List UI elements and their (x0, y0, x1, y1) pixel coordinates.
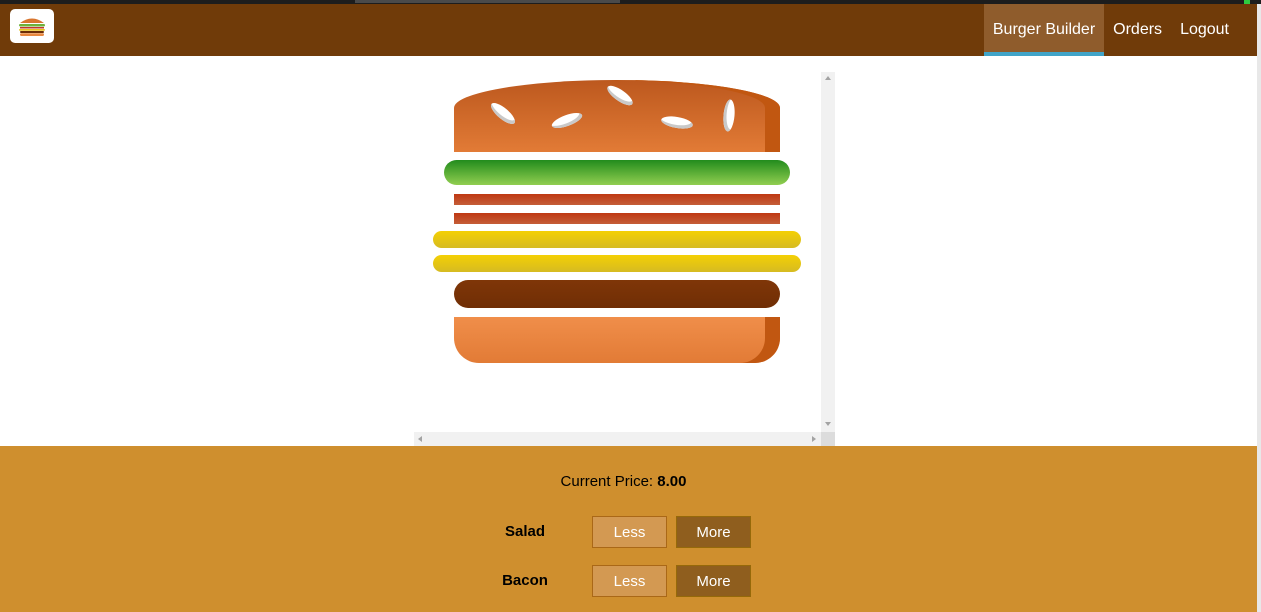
price-value: 8.00 (657, 473, 687, 490)
window-edge (1257, 4, 1261, 612)
nav-logout[interactable]: Logout (1171, 4, 1238, 56)
burger-logo-icon (19, 18, 45, 36)
sesame-seed (604, 82, 636, 109)
sesame-seed (660, 114, 694, 131)
scroll-left-arrow-icon[interactable] (418, 436, 422, 442)
ingredient-salad (444, 160, 790, 185)
vertical-scrollbar[interactable] (821, 72, 835, 432)
scroll-up-arrow-icon[interactable] (825, 76, 831, 80)
ingredient-bacon (454, 213, 780, 224)
less-salad-button[interactable]: Less (592, 516, 667, 548)
main-nav: Burger Builder Orders Logout (983, 4, 1238, 56)
scrollbar-corner (821, 432, 835, 446)
logo[interactable] (10, 9, 54, 43)
scroll-right-arrow-icon[interactable] (812, 436, 816, 442)
build-control-bacon: Bacon Less More (490, 564, 760, 597)
burger-preview (414, 72, 835, 446)
ingredient-cheese (433, 231, 801, 248)
horizontal-scrollbar[interactable] (414, 432, 821, 446)
bread-bottom (454, 317, 780, 363)
ingredient-cheese (433, 255, 801, 272)
nav-burger-builder[interactable]: Burger Builder (983, 4, 1105, 56)
bread-top (454, 80, 780, 152)
ingredient-meat (454, 280, 780, 308)
sesame-seed (722, 99, 736, 132)
toolbar: Burger Builder Orders Logout (0, 4, 1257, 56)
nav-orders[interactable]: Orders (1104, 4, 1171, 56)
ingredient-label: Salad (504, 523, 546, 540)
more-bacon-button[interactable]: More (676, 565, 751, 597)
build-controls: Current Price: 8.00 Salad Less More Baco… (0, 446, 1257, 612)
ingredient-bacon (454, 194, 780, 205)
price-label: Current Price: (560, 473, 654, 490)
sesame-seed (487, 99, 519, 128)
current-price: Current Price: 8.00 (0, 473, 1247, 490)
sesame-seed (550, 109, 584, 132)
scroll-down-arrow-icon[interactable] (825, 422, 831, 426)
build-control-salad: Salad Less More (490, 515, 760, 548)
more-salad-button[interactable]: More (676, 516, 751, 548)
browser-tab-highlight (355, 0, 620, 3)
ingredient-label: Bacon (502, 572, 548, 589)
less-bacon-button[interactable]: Less (592, 565, 667, 597)
